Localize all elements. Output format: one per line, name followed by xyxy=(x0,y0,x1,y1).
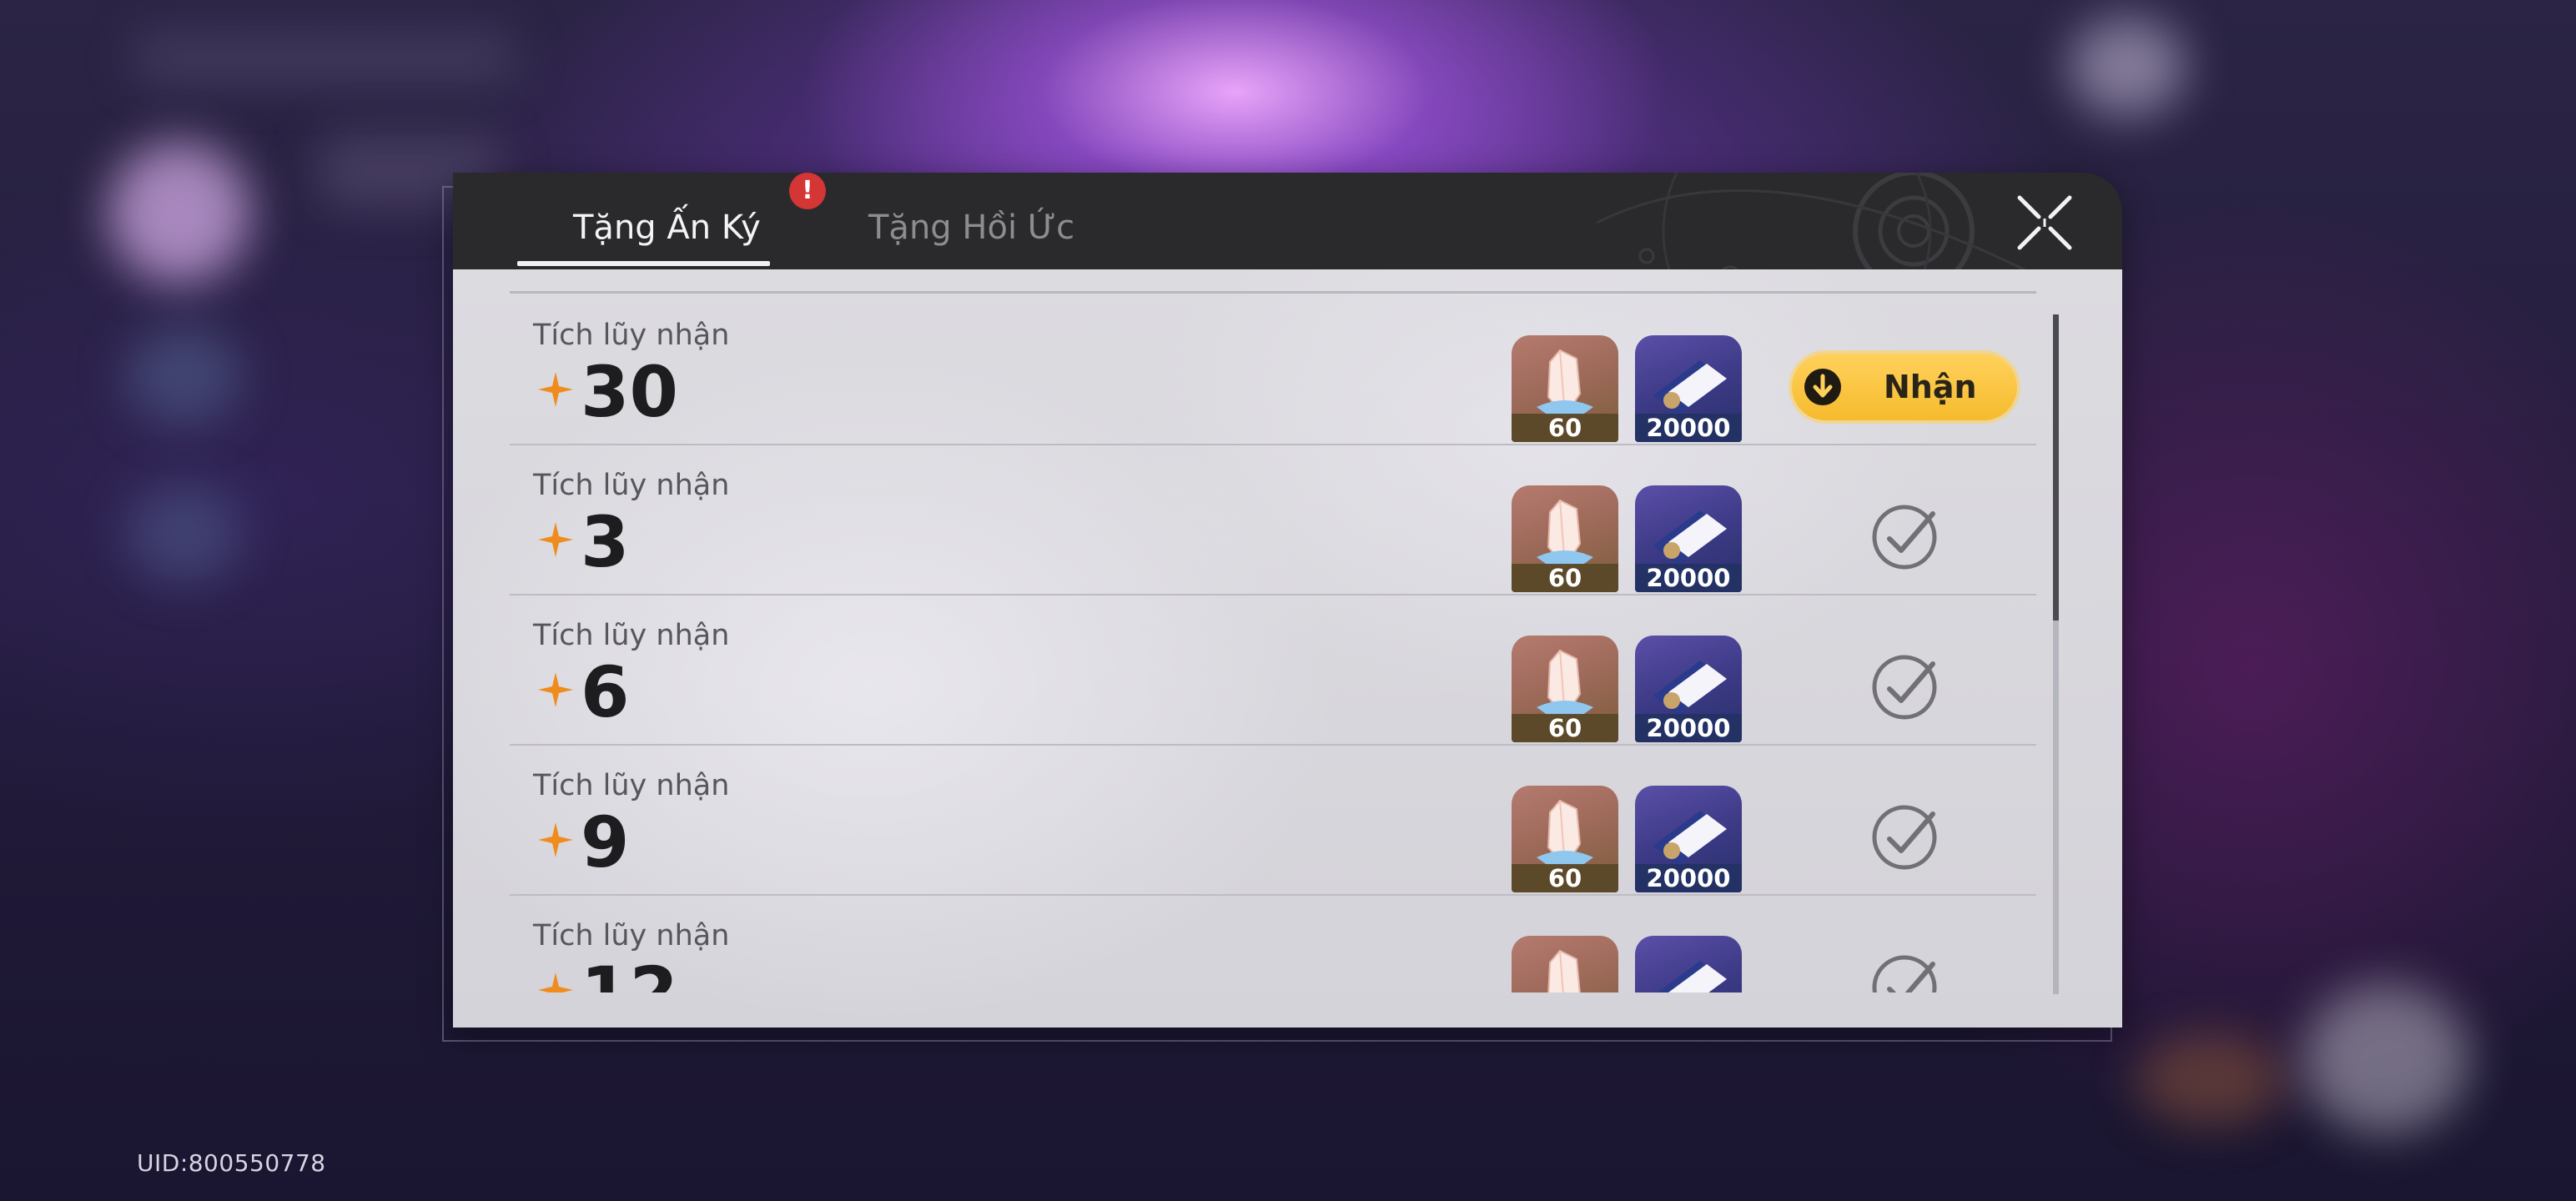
ticket-card-icon xyxy=(1658,961,1727,992)
reward-qty: 20000 xyxy=(1635,414,1742,442)
reward-item[interactable]: 20000 xyxy=(1635,936,1742,992)
tab-tang-an-ky[interactable]: Tặng Ấn Ký xyxy=(573,203,761,253)
active-tab-indicator xyxy=(517,261,770,266)
reward-item[interactable]: 20000 xyxy=(1635,786,1742,892)
reward-item[interactable]: 60 xyxy=(1512,636,1618,742)
dialog-header: Tặng Ấn Ký ! Tặng Hồi Ức xyxy=(453,173,2122,323)
background-blur xyxy=(133,33,517,83)
reward-qty: 60 xyxy=(1512,864,1618,892)
claimed-check-icon xyxy=(1872,655,1937,720)
reward-qty: 60 xyxy=(1512,414,1618,442)
reward-qty: 60 xyxy=(1512,564,1618,592)
scrollbar-thumb[interactable] xyxy=(2053,314,2059,621)
crystal-icon xyxy=(1547,949,1581,992)
reward-item[interactable]: 60 xyxy=(1512,936,1618,992)
reward-item[interactable]: 20000 xyxy=(1635,485,1742,592)
claimed-check-icon xyxy=(1872,955,1937,992)
claimed-check-icon xyxy=(1872,805,1937,870)
reward-item[interactable]: 20000 xyxy=(1635,335,1742,442)
uid-label: UID:800550778 xyxy=(137,1149,326,1177)
claim-button[interactable]: Nhận xyxy=(1792,354,2017,420)
download-arrow-icon xyxy=(1804,369,1841,405)
scrollbar-track[interactable] xyxy=(2053,314,2059,994)
tab-tang-hoi-uc[interactable]: Tặng Hồi Ức xyxy=(868,203,1074,253)
background-blur xyxy=(2302,984,2469,1134)
claim-button-label: Nhận xyxy=(1884,369,1977,405)
reward-item[interactable]: 60 xyxy=(1512,485,1618,592)
background-blur xyxy=(2069,17,2186,117)
reward-qty: 20000 xyxy=(1635,714,1742,742)
reward-qty: 20000 xyxy=(1635,564,1742,592)
close-icon[interactable] xyxy=(2013,191,2076,254)
background-blur xyxy=(125,325,242,425)
claimed-check-icon xyxy=(1872,505,1937,570)
reward-item[interactable]: 20000 xyxy=(1635,636,1742,742)
background-blur xyxy=(2136,1034,2286,1126)
background-blur xyxy=(108,142,250,284)
reward-item[interactable]: 60 xyxy=(1512,335,1618,442)
reward-qty: 20000 xyxy=(1635,864,1742,892)
background-blur xyxy=(125,484,242,584)
reward-item[interactable]: 60 xyxy=(1512,786,1618,892)
alert-badge: ! xyxy=(789,173,826,209)
reward-qty: 60 xyxy=(1512,714,1618,742)
